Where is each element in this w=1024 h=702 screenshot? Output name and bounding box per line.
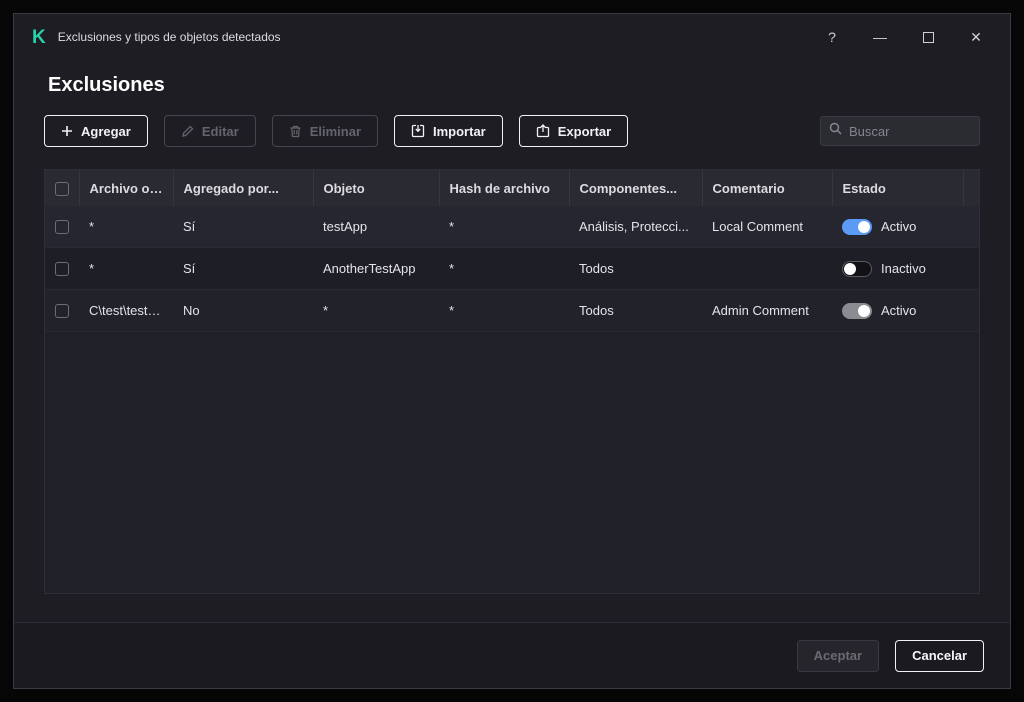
app-window: K Exclusiones y tipos de objetos detecta… xyxy=(13,13,1024,689)
cell-object: * xyxy=(313,289,439,332)
window-title: Exclusiones y tipos de objetos detectado… xyxy=(57,30,281,44)
exclusions-table: Archivo o c... Agregado por... Objeto Ha… xyxy=(44,169,980,594)
table-row[interactable]: C\test\test.e... No * * Todos Admin Comm… xyxy=(45,289,979,332)
cell-object: testApp xyxy=(313,206,439,248)
cell-hash: * xyxy=(439,206,569,248)
cell-components: Análisis, Protecci... xyxy=(569,206,702,248)
cell-file: * xyxy=(79,206,173,248)
delete-button-label: Eliminar xyxy=(309,123,361,139)
select-all-checkbox[interactable] xyxy=(54,181,69,196)
edit-button: Editar xyxy=(163,115,256,147)
row-checkbox[interactable] xyxy=(55,262,69,277)
search-input[interactable] xyxy=(849,123,1024,139)
export-icon xyxy=(536,124,550,138)
state-toggle[interactable] xyxy=(842,302,872,319)
export-button[interactable]: Exportar xyxy=(518,115,629,147)
column-header-file[interactable]: Archivo o c... xyxy=(79,170,174,206)
window-controls: ? — ✕ xyxy=(824,29,984,45)
cell-hash: * xyxy=(439,289,569,332)
edit-button-label: Editar xyxy=(201,123,239,139)
help-icon[interactable]: ? xyxy=(824,29,840,45)
state-toggle[interactable] xyxy=(842,260,872,277)
add-button-label: Agregar xyxy=(81,123,131,139)
table-row[interactable]: * Sí testApp * Análisis, Protecci... Loc… xyxy=(45,206,979,248)
state-toggle[interactable] xyxy=(842,218,872,235)
cell-components: Todos xyxy=(569,247,702,290)
main-content: Exclusiones Agregar Editar Eliminar Impo… xyxy=(14,60,1024,622)
table-row[interactable]: * Sí AnotherTestApp * Todos Inactivo xyxy=(45,247,979,290)
footer: Aceptar Cancelar xyxy=(14,622,1010,688)
table-header-row: Archivo o c... Agregado por... Objeto Ha… xyxy=(45,170,979,206)
delete-button: Eliminar xyxy=(271,115,378,147)
cell-object: AnotherTestApp xyxy=(313,247,439,290)
cell-comment: Admin Comment xyxy=(702,289,832,332)
search-icon xyxy=(829,122,842,140)
titlebar: K Exclusiones y tipos de objetos detecta… xyxy=(14,14,1010,60)
cell-file: * xyxy=(79,247,173,290)
row-checkbox[interactable] xyxy=(55,304,69,319)
cell-file: C\test\test.e... xyxy=(79,289,173,332)
column-header-comment[interactable]: Comentario xyxy=(702,170,833,206)
ok-button: Aceptar xyxy=(796,639,880,672)
column-header-hash[interactable]: Hash de archivo xyxy=(439,170,570,206)
kaspersky-logo-icon: K xyxy=(32,26,46,48)
search-box xyxy=(820,116,1024,146)
row-checkbox[interactable] xyxy=(55,220,69,235)
close-icon[interactable]: ✕ xyxy=(968,29,984,45)
cell-components: Todos xyxy=(569,289,702,332)
column-header-added-by[interactable]: Agregado por... xyxy=(173,170,314,206)
state-label: Inactivo xyxy=(881,261,926,276)
column-header-object[interactable]: Objeto xyxy=(313,170,440,206)
import-button-label: Importar xyxy=(433,123,486,139)
cell-added-by: Sí xyxy=(173,206,313,248)
maximize-icon[interactable] xyxy=(920,29,936,45)
cell-comment: Local Comment xyxy=(702,206,832,248)
cell-added-by: No xyxy=(173,289,313,332)
column-header-state[interactable]: Estado xyxy=(832,170,964,206)
cancel-button[interactable]: Cancelar xyxy=(895,639,984,672)
add-button[interactable]: Agregar xyxy=(44,115,148,147)
plus-icon xyxy=(61,125,73,137)
state-label: Activo xyxy=(881,303,917,318)
trash-icon xyxy=(289,125,302,138)
export-button-label: Exportar xyxy=(557,123,612,139)
toolbar: Agregar Editar Eliminar Importar Exporta… xyxy=(44,115,1024,147)
column-header-components[interactable]: Componentes... xyxy=(569,170,703,206)
import-icon xyxy=(411,124,425,138)
pencil-icon xyxy=(181,125,194,138)
minimize-icon[interactable]: — xyxy=(872,29,888,45)
page-title: Exclusiones xyxy=(48,74,165,96)
cell-comment xyxy=(702,247,832,290)
cell-hash: * xyxy=(439,247,569,290)
import-button[interactable]: Importar xyxy=(394,115,503,147)
state-label: Activo xyxy=(881,219,917,234)
cell-added-by: Sí xyxy=(173,247,313,290)
